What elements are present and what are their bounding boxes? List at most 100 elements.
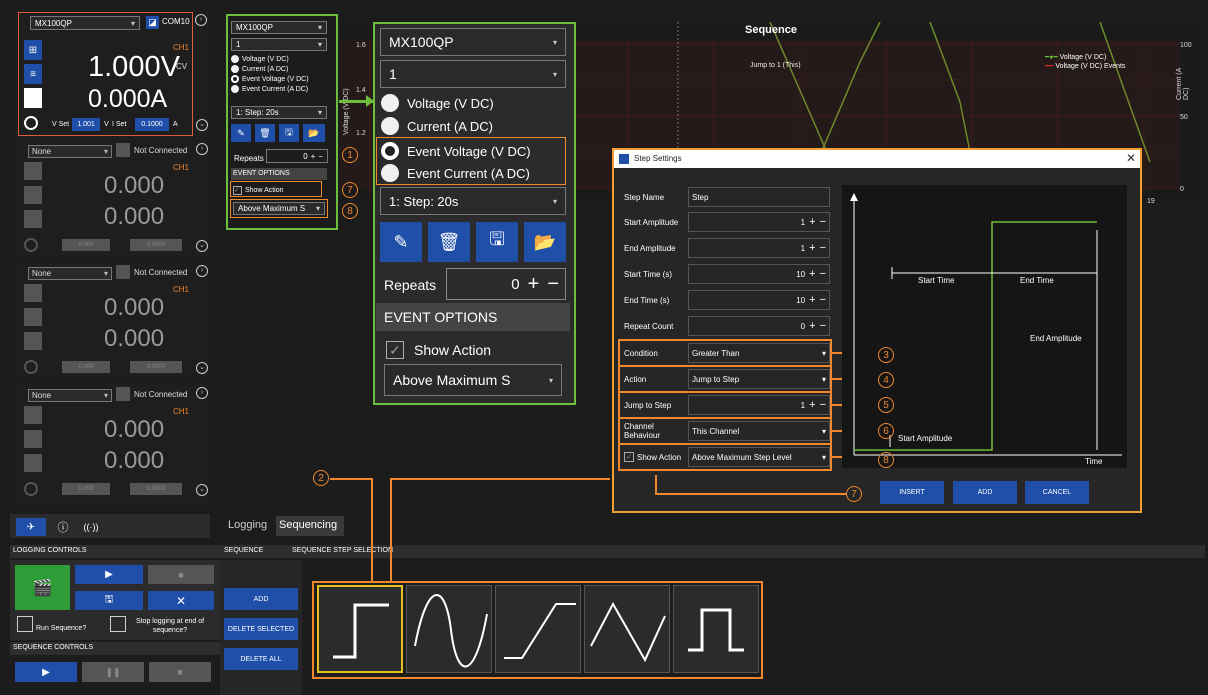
small-step-select[interactable]: 1: Step: 20s [231,106,327,119]
channel-device-select[interactable]: None [28,145,112,158]
small-edit-icon[interactable]: ✎ [231,124,251,142]
small-plus-icon[interactable]: + [311,152,316,161]
iset-input[interactable]: 0.1000 [135,118,169,131]
logging-tab[interactable]: Logging [228,519,267,531]
seq-stop-button[interactable]: ■ [149,662,211,682]
add-button[interactable]: ADD [953,481,1017,504]
plus-icon[interactable]: + [809,242,815,254]
zoom-folder-icon[interactable]: 📂 [524,222,566,262]
step-field-select[interactable]: Jump to Step ▾ [688,369,830,389]
small-minus-icon[interactable]: − [318,152,323,161]
channel-collapse-icon[interactable]: ⌄ [196,484,208,496]
wireless-icon[interactable]: ((·)) [80,518,102,536]
zoom-channel-select[interactable]: 1 [380,60,566,88]
small-radio-voltage[interactable]: Voltage (V DC) [231,55,289,63]
channel-collapse-icon[interactable]: ⌄ [196,362,208,374]
seq-delete-all-button[interactable]: DELETE ALL [224,648,298,670]
small-radio-event-current[interactable]: Event Current (A DC) [231,85,308,93]
channel-expand-icon[interactable]: › [196,387,208,399]
zoom-show-action[interactable]: ✓ Show Action [386,341,491,359]
expand-icon[interactable]: › [195,14,207,26]
zoom-radio-event-voltage[interactable]: Event Voltage (V DC) [381,142,531,160]
zoom-repeats-input[interactable]: 0 + − [446,268,566,300]
device-select[interactable]: MX100QP [30,16,140,30]
small-save-icon[interactable]: 🖫 [279,124,299,142]
com-icon[interactable]: ◪ [146,16,159,29]
small-folder-icon[interactable]: 📂 [303,124,325,142]
output-circle-icon[interactable] [24,116,38,130]
sequencing-tab[interactable]: Sequencing [276,516,344,536]
plus-icon[interactable]: + [809,268,815,280]
pulse-shape-button[interactable] [673,585,759,673]
stop-logging-checkbox[interactable] [110,616,126,632]
minus-icon[interactable]: − [820,320,826,332]
step-field-input[interactable]: 10 + − [688,290,830,310]
small-device-select[interactable]: MX100QP [231,21,327,34]
channel-output-toggle[interactable] [24,88,42,108]
run-sequence-checkbox[interactable] [17,616,33,632]
plus-icon[interactable]: + [809,320,815,332]
log-clear-button[interactable]: ✕ [148,591,214,610]
channel-expand-icon[interactable]: › [196,143,208,155]
vset-input[interactable]: 1.001 [72,118,100,131]
channel-device-select[interactable]: None [28,389,112,402]
zoom-device-select[interactable]: MX100QP [380,28,566,56]
minus-icon[interactable]: − [820,399,826,411]
step-field-input[interactable]: 1 + − [688,395,830,415]
channel-expand-icon[interactable]: › [196,265,208,277]
show-action-checkbox[interactable]: ✓ [624,452,634,462]
log-save-button[interactable]: 🖫 [75,591,143,610]
step-field-select[interactable]: Greater Than ▾ [688,343,830,363]
zoom-save-icon[interactable]: 🖫 [476,222,518,262]
pin-icon[interactable]: ✈ [16,518,46,536]
zoom-radio-current[interactable]: Current (A DC) [381,117,493,135]
step-shape-button[interactable] [317,585,403,673]
plus-icon[interactable]: + [809,294,815,306]
info-icon[interactable]: ⓘ [52,518,74,536]
channel-collapse-icon[interactable]: ⌄ [196,240,208,252]
small-radio-event-voltage[interactable]: Event Voltage (V DC) [231,75,309,83]
minus-icon[interactable]: − [820,242,826,254]
step-field-input[interactable]: 1 + − [688,238,830,258]
seq-delete-selected-button[interactable]: DELETE SELECTED [224,618,298,640]
zoom-radio-voltage[interactable]: Voltage (V DC) [381,94,494,112]
seq-pause-button[interactable]: ❚❚ [82,662,144,682]
plus-icon[interactable]: + [809,399,815,411]
step-field-input[interactable]: 0 + − [688,316,830,336]
minus-icon[interactable]: − [820,216,826,228]
log-stop-button[interactable]: ■ [148,565,214,584]
minus-icon[interactable]: − [820,268,826,280]
zoom-minus-icon[interactable]: − [547,273,559,296]
channel-device-select[interactable]: None [28,267,112,280]
insert-button[interactable]: INSERT [880,481,944,504]
channel-menu-button[interactable]: ≡ [24,64,42,84]
zoom-edit-icon[interactable]: ✎ [380,222,422,262]
zoom-plus-icon[interactable]: + [528,273,540,296]
collapse-icon[interactable]: ⌄ [196,119,208,131]
ramp-shape-button[interactable] [495,585,581,673]
channel-link-button[interactable]: ⊞ [24,40,42,60]
step-field-select[interactable]: Above Maximum Step Level ▾ [688,447,830,467]
step-field-input[interactable]: 10 + − [688,264,830,284]
triangle-shape-button[interactable] [584,585,670,673]
step-settings-close-icon[interactable]: ✕ [1126,151,1136,165]
minus-icon[interactable]: − [820,294,826,306]
plus-icon[interactable]: + [809,216,815,228]
zoom-delete-icon[interactable]: 🗑 [428,222,470,262]
step-field-select[interactable]: This Channel ▾ [688,421,830,441]
small-channel-select[interactable]: 1 [231,38,327,51]
seq-add-button[interactable]: ADD [224,588,298,610]
small-delete-icon[interactable]: 🗑 [255,124,275,142]
sine-shape-button[interactable] [406,585,492,673]
zoom-radio-event-current[interactable]: Event Current (A DC) [381,164,530,182]
step-field-input[interactable]: Step [688,187,830,207]
small-radio-current[interactable]: Current (A DC) [231,65,288,73]
log-start-button[interactable]: 🎬 [15,565,70,610]
zoom-step-select[interactable]: 1: Step: 20s [380,187,566,215]
zoom-action-select[interactable]: Above Maximum S [384,364,562,396]
small-repeats-input[interactable]: 0 + − [266,149,328,163]
step-field-input[interactable]: 1 + − [688,212,830,232]
log-play-button[interactable]: ▶ [75,565,143,584]
seq-play-button[interactable]: ▶ [15,662,77,682]
cancel-button[interactable]: CANCEL [1025,481,1089,504]
